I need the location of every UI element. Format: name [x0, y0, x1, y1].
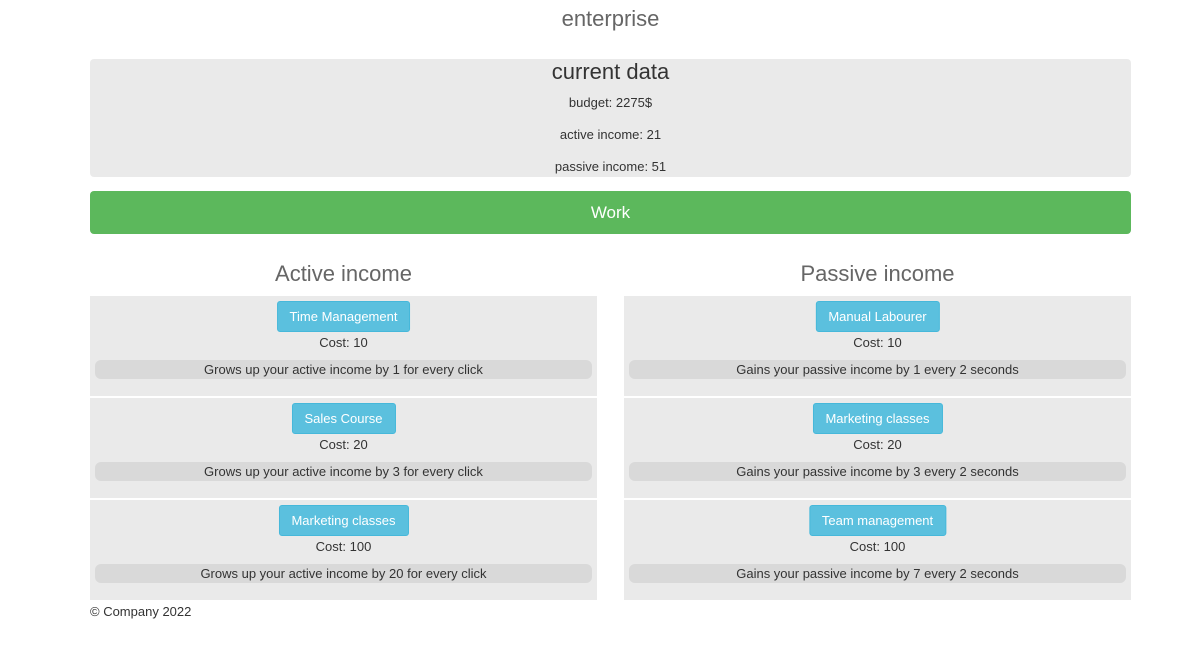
sales-course-button[interactable]: Sales Course: [291, 403, 396, 434]
upgrade-description: Grows up your active income by 1 for eve…: [95, 360, 592, 379]
upgrade-cost: Cost: 100: [315, 539, 372, 554]
upgrade-cost: Cost: 10: [319, 335, 368, 350]
current-data-title: current data: [551, 59, 670, 84]
team-management-button[interactable]: Team management: [808, 505, 947, 536]
marketing-classes-passive-button[interactable]: Marketing classes: [812, 403, 943, 434]
work-button[interactable]: Work: [90, 191, 1131, 234]
passive-upgrade-card: Marketing classes Cost: 20 Gains your pa…: [624, 398, 1131, 498]
active-upgrade-card: Sales Course Cost: 20 Grows up your acti…: [90, 398, 597, 498]
current-data-panel: current data budget: 2275$ active income…: [90, 59, 1131, 177]
upgrade-description: Gains your passive income by 3 every 2 s…: [629, 462, 1126, 481]
active-upgrade-card: Time Management Cost: 10 Grows up your a…: [90, 296, 597, 396]
passive-income-heading: Passive income: [800, 261, 955, 286]
active-income-heading: Active income: [275, 261, 412, 286]
time-management-button[interactable]: Time Management: [276, 301, 411, 332]
upgrade-cost: Cost: 20: [319, 437, 368, 452]
app-title: enterprise: [561, 6, 660, 31]
upgrade-cost: Cost: 10: [853, 335, 902, 350]
marketing-classes-active-button[interactable]: Marketing classes: [278, 505, 409, 536]
footer-copyright: © Company 2022: [90, 604, 192, 619]
upgrade-cost: Cost: 20: [853, 437, 902, 452]
page: enterprise current data budget: 2275$ ac…: [0, 0, 1191, 657]
upgrade-description: Grows up your active income by 20 for ev…: [95, 564, 592, 583]
upgrade-description: Grows up your active income by 3 for eve…: [95, 462, 592, 481]
manual-labourer-button[interactable]: Manual Labourer: [815, 301, 940, 332]
passive-upgrade-card: Manual Labourer Cost: 10 Gains your pass…: [624, 296, 1131, 396]
budget-value: budget: 2275$: [568, 95, 653, 110]
active-upgrade-card: Marketing classes Cost: 100 Grows up you…: [90, 500, 597, 600]
upgrade-description: Gains your passive income by 7 every 2 s…: [629, 564, 1126, 583]
passive-income-value: passive income: 51: [554, 159, 667, 174]
active-income-value: active income: 21: [559, 127, 662, 142]
passive-upgrade-card: Team management Cost: 100 Gains your pas…: [624, 500, 1131, 600]
upgrade-cost: Cost: 100: [849, 539, 906, 554]
upgrade-description: Gains your passive income by 1 every 2 s…: [629, 360, 1126, 379]
